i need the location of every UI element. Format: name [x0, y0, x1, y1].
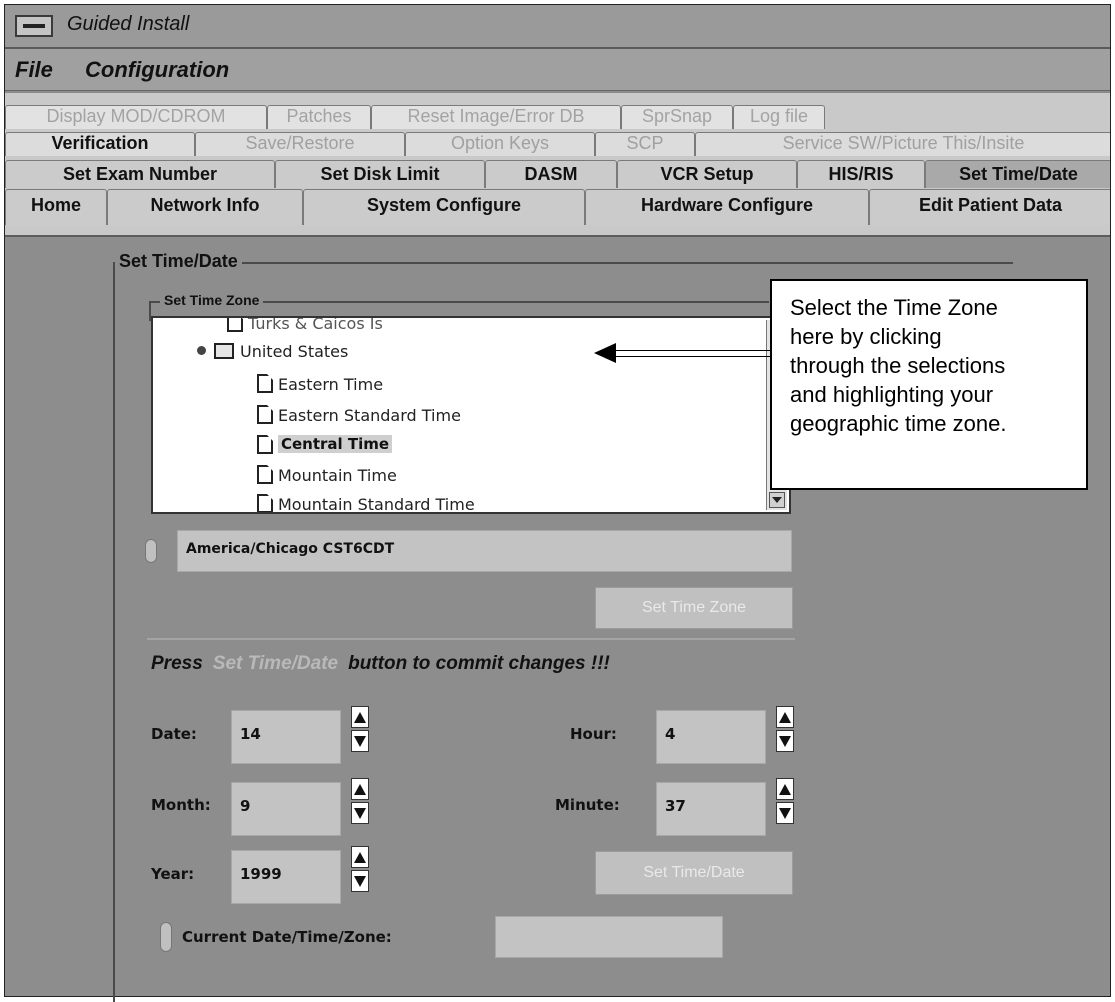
tab-set-disk-limit[interactable]: Set Disk Limit	[275, 160, 485, 188]
year-down-arrow-icon[interactable]	[351, 870, 369, 892]
tree-item-turks-caicos[interactable]: Turks & Caicos Is	[227, 318, 383, 333]
tree-item-mountain-time[interactable]: Mountain Time	[257, 465, 397, 485]
tab-dasm[interactable]: DASM	[485, 160, 617, 188]
set-time-zone-button[interactable]: Set Time Zone	[595, 587, 793, 629]
tab-patches[interactable]: Patches	[267, 105, 371, 129]
file-icon	[257, 405, 273, 424]
file-icon	[257, 435, 273, 454]
tab-system-configure[interactable]: System Configure	[303, 189, 585, 225]
commit-instructions: Press Set Time/Date button to commit chang…	[151, 653, 610, 674]
time-zone-field[interactable]: America/Chicago CST6CDT	[177, 530, 792, 572]
tab-vcr-setup[interactable]: VCR Setup	[617, 160, 797, 188]
year-up-arrow-icon[interactable]	[351, 846, 369, 868]
date-down-arrow-icon[interactable]	[351, 730, 369, 752]
hour-up-arrow-icon[interactable]	[776, 706, 794, 728]
instruction-callout: Select the Time Zone here by clicking th…	[770, 279, 1088, 490]
file-icon	[257, 374, 273, 393]
file-icon	[257, 494, 273, 512]
callout-line-1: Select the Time Zone	[790, 295, 998, 320]
folder-icon	[214, 343, 234, 359]
tab-service-sw[interactable]: Service SW/Picture This/Insite	[695, 132, 1110, 156]
callout-line-2: here by clicking	[790, 324, 942, 349]
minute-field[interactable]: 37	[656, 782, 766, 836]
hour-field[interactable]: 4	[656, 710, 766, 764]
callout-arrow-line	[610, 350, 770, 357]
time-zone-tree[interactable]: Turks & Caicos Is United States Eastern …	[151, 316, 791, 514]
tab-log-file[interactable]: Log file	[733, 105, 825, 129]
tree-item-mountain-standard-time[interactable]: Mountain Standard Time	[257, 494, 475, 512]
tab-edit-patient-data[interactable]: Edit Patient Data	[869, 189, 1110, 225]
hour-down-arrow-icon[interactable]	[776, 730, 794, 752]
menu-file[interactable]: File	[15, 57, 53, 83]
date-field[interactable]: 14	[231, 710, 341, 764]
tab-his-ris[interactable]: HIS/RIS	[797, 160, 925, 188]
callout-line-4: and highlighting your	[790, 382, 994, 407]
set-time-zone-group-title: Set Time Zone	[160, 292, 264, 308]
file-icon	[257, 465, 273, 484]
month-up-arrow-icon[interactable]	[351, 778, 369, 800]
file-icon	[227, 318, 243, 332]
tab-reset-image-error-db[interactable]: Reset Image/Error DB	[371, 105, 621, 129]
set-time-date-group-title: Set Time/Date	[115, 251, 242, 272]
month-down-arrow-icon[interactable]	[351, 802, 369, 824]
callout-line-3: through the selections	[790, 353, 1006, 378]
date-label: Date:	[151, 725, 197, 743]
tree-item-eastern-time[interactable]: Eastern Time	[257, 374, 383, 394]
tab-set-time-date[interactable]: Set Time/Date	[925, 160, 1110, 188]
tab-network-info[interactable]: Network Info	[107, 189, 303, 225]
minute-label: Minute:	[555, 796, 620, 814]
menu-configuration[interactable]: Configuration	[85, 57, 229, 83]
tab-save-restore[interactable]: Save/Restore	[195, 132, 405, 156]
year-field[interactable]: 1999	[231, 850, 341, 904]
tab-hardware-configure[interactable]: Hardware Configure	[585, 189, 869, 225]
minute-down-arrow-icon[interactable]	[776, 802, 794, 824]
tree-item-united-states[interactable]: United States	[197, 342, 348, 361]
current-date-time-zone-label: Current Date/Time/Zone:	[182, 928, 392, 946]
tree-item-central-time[interactable]: Central Time	[257, 435, 393, 455]
zone-status-indicator	[145, 539, 157, 563]
tab-set-exam-number[interactable]: Set Exam Number	[5, 160, 275, 188]
tree-item-eastern-standard-time[interactable]: Eastern Standard Time	[257, 405, 461, 425]
window-menu-icon[interactable]	[15, 15, 53, 37]
title-bar: Guided Install	[5, 5, 1110, 49]
month-field[interactable]: 9	[231, 782, 341, 836]
window-title: Guided Install	[67, 13, 190, 35]
current-date-time-zone-field	[495, 916, 723, 958]
tab-area: Display MOD/CDROM Patches Reset Image/Er…	[5, 93, 1110, 235]
expanded-bullet-icon	[197, 346, 206, 355]
year-label: Year:	[151, 865, 195, 883]
minute-up-arrow-icon[interactable]	[776, 778, 794, 800]
tab-display-mod-cdrom[interactable]: Display MOD/CDROM	[5, 105, 267, 129]
tab-option-keys[interactable]: Option Keys	[405, 132, 595, 156]
menu-bar: File Configuration	[5, 49, 1110, 91]
tab-sprsnap[interactable]: SprSnap	[621, 105, 733, 129]
tab-verification[interactable]: Verification	[5, 132, 195, 156]
hour-label: Hour:	[570, 725, 617, 743]
callout-line-5: geographic time zone.	[790, 411, 1007, 436]
date-up-arrow-icon[interactable]	[351, 706, 369, 728]
tab-scp[interactable]: SCP	[595, 132, 695, 156]
set-time-date-button[interactable]: Set Time/Date	[595, 851, 793, 895]
current-status-indicator	[160, 922, 172, 952]
scroll-down-arrow-icon[interactable]	[769, 492, 785, 508]
section-separator	[147, 638, 795, 640]
tab-home[interactable]: Home	[5, 189, 107, 225]
month-label: Month:	[151, 796, 211, 814]
